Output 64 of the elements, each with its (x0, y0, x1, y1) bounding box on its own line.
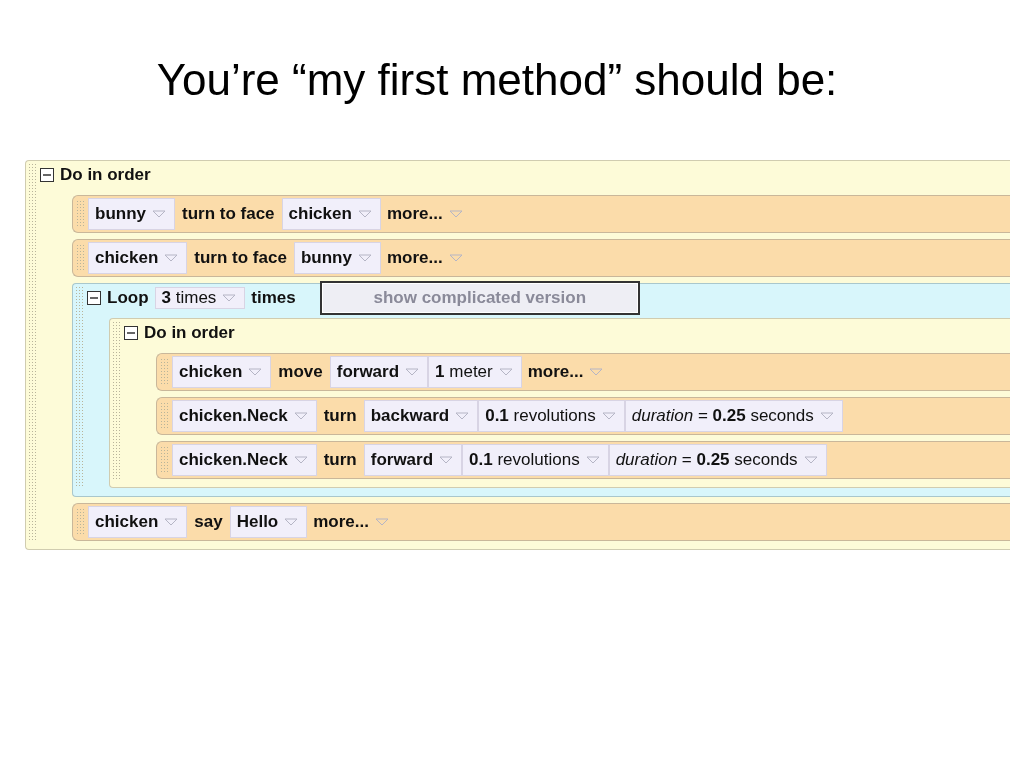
caret-icon (439, 456, 454, 464)
caret-icon (819, 412, 834, 420)
caret-icon (448, 210, 463, 218)
dropdown[interactable]: forward (363, 444, 463, 476)
caret-icon (498, 368, 513, 376)
dropdown[interactable]: backward (363, 400, 479, 432)
method-name: turn to face (193, 247, 288, 269)
collapse-icon[interactable] (87, 291, 101, 305)
statement-block[interactable]: chicken turn to face bunny more... (72, 239, 1010, 277)
block-label: Do in order (144, 323, 235, 343)
caret-icon (284, 518, 299, 526)
caret-icon (455, 412, 470, 420)
dropdown[interactable]: chicken (88, 506, 188, 538)
caret-icon (585, 456, 600, 464)
caret-icon (293, 456, 308, 464)
more-dropdown[interactable]: more... (521, 354, 610, 390)
block-label: Do in order (60, 165, 151, 185)
statement-block[interactable]: chicken.Neck turn backward 0.1 revolutions duration = 0.25 seconds (156, 397, 1010, 435)
dropdown[interactable]: bunny (88, 198, 175, 230)
dropdown[interactable]: bunny (293, 242, 381, 274)
caret-icon (164, 518, 179, 526)
dropdown[interactable]: chicken.Neck (172, 444, 317, 476)
more-dropdown[interactable]: more... (307, 504, 395, 540)
caret-icon (601, 412, 616, 420)
caret-icon (803, 456, 818, 464)
dropdown[interactable]: chicken (88, 242, 188, 274)
caret-icon (222, 294, 237, 302)
method-name: move (277, 361, 324, 383)
caret-icon (164, 254, 179, 262)
dropdown[interactable]: chicken.Neck (172, 400, 317, 432)
method-name: turn (322, 449, 358, 471)
dropdown[interactable]: Hello (229, 506, 308, 538)
caret-icon (293, 412, 308, 420)
caret-icon (448, 254, 463, 262)
dropdown[interactable]: 0.1 revolutions (462, 444, 609, 476)
slide-title: You’re “my first method” should be: (155, 54, 839, 106)
dropdown[interactable]: chicken (172, 356, 272, 388)
dropdown[interactable]: chicken (281, 198, 381, 230)
caret-icon (357, 210, 372, 218)
caret-icon (357, 254, 372, 262)
collapse-icon[interactable] (124, 326, 138, 340)
method-name: turn (322, 405, 358, 427)
more-dropdown[interactable]: more... (380, 196, 469, 232)
statement-block[interactable]: chicken say Hello more... (72, 503, 1010, 541)
dropdown[interactable]: 1 meter (428, 356, 522, 388)
more-dropdown[interactable]: more... (380, 240, 469, 276)
dropdown[interactable]: 0.1 revolutions (478, 400, 625, 432)
dropdown[interactable]: duration = 0.25 seconds (624, 400, 843, 432)
dropdown[interactable]: duration = 0.25 seconds (608, 444, 827, 476)
block-label: Loop (107, 288, 149, 308)
dropdown[interactable]: 3 times (154, 287, 246, 309)
statement-block[interactable]: bunny turn to face chicken more... (72, 195, 1010, 233)
caret-icon (405, 368, 420, 376)
caret-icon (589, 368, 604, 376)
caret-icon (375, 518, 389, 526)
dropdown[interactable]: forward (329, 356, 429, 388)
caret-icon (248, 368, 263, 376)
statement-block[interactable]: chicken.Neck turn forward 0.1 revolutions duration = 0.25 seconds (156, 441, 1010, 479)
collapse-icon[interactable] (40, 168, 54, 182)
caret-icon (152, 210, 166, 218)
method-name: turn to face (181, 203, 276, 225)
method-name: say (193, 511, 224, 533)
statement-block[interactable]: chicken move forward 1 meter more... (156, 353, 1010, 391)
loop-label: times (251, 288, 296, 308)
